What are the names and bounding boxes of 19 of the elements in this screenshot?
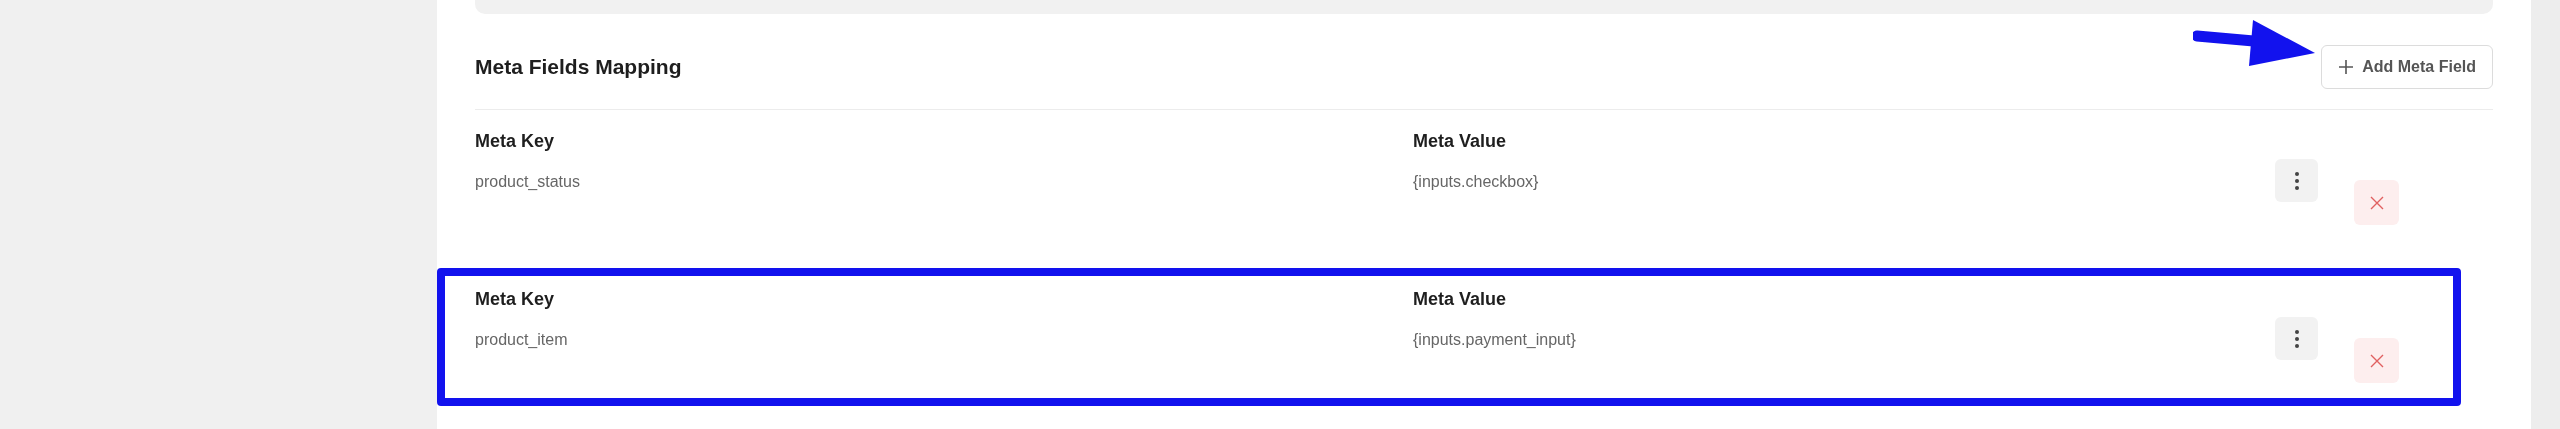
section-title: Meta Fields Mapping — [475, 53, 682, 80]
plus-icon — [2338, 58, 2355, 75]
meta-value-value: {inputs.payment_input} — [1413, 330, 1577, 350]
more-options-button[interactable] — [2275, 317, 2318, 360]
delete-button[interactable] — [2354, 338, 2399, 383]
kebab-icon — [2294, 171, 2299, 190]
column-label: Meta Key — [475, 288, 556, 310]
column-label: Meta Value — [1413, 130, 1508, 152]
column-label: Meta Key — [475, 130, 556, 152]
meta-key-value: product_status — [475, 172, 581, 192]
close-icon — [2369, 195, 2384, 210]
meta-key-value: product_item — [475, 330, 569, 350]
add-meta-field-button[interactable]: Add Meta Field — [2321, 44, 2493, 89]
column-label: Meta Value — [1413, 288, 1508, 310]
delete-button[interactable] — [2354, 180, 2399, 225]
kebab-icon — [2294, 329, 2299, 348]
more-options-button[interactable] — [2275, 159, 2318, 202]
close-icon — [2369, 353, 2384, 368]
meta-value-value: {inputs.checkbox} — [1413, 172, 1540, 192]
